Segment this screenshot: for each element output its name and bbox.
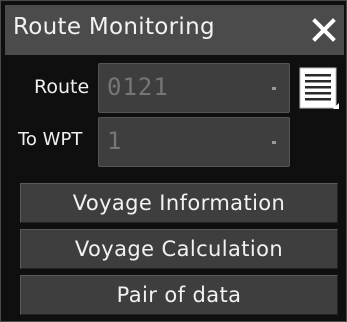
to-wpt-label: To WPT (18, 129, 83, 150)
route-value: 0121 (107, 73, 169, 101)
voyage-information-button[interactable]: Voyage Information (20, 183, 338, 223)
chevron-down-icon (272, 87, 276, 90)
pair-of-data-button[interactable]: Pair of data (20, 275, 338, 315)
to-wpt-select[interactable]: 1 (98, 117, 290, 167)
voyage-calculation-button[interactable]: Voyage Calculation (20, 229, 338, 269)
chevron-down-icon (272, 141, 276, 144)
title-bar: Route Monitoring (5, 5, 344, 55)
route-list-button[interactable] (297, 65, 341, 113)
close-icon (312, 18, 336, 42)
route-label: Route (34, 76, 90, 98)
list-icon (299, 67, 339, 109)
to-wpt-value: 1 (107, 127, 123, 155)
panel-title: Route Monitoring (13, 14, 215, 40)
route-monitoring-panel: Route Monitoring Route 0121 To WPT 1 Voy… (0, 0, 347, 322)
close-button[interactable] (304, 5, 344, 55)
route-select[interactable]: 0121 (98, 63, 290, 113)
